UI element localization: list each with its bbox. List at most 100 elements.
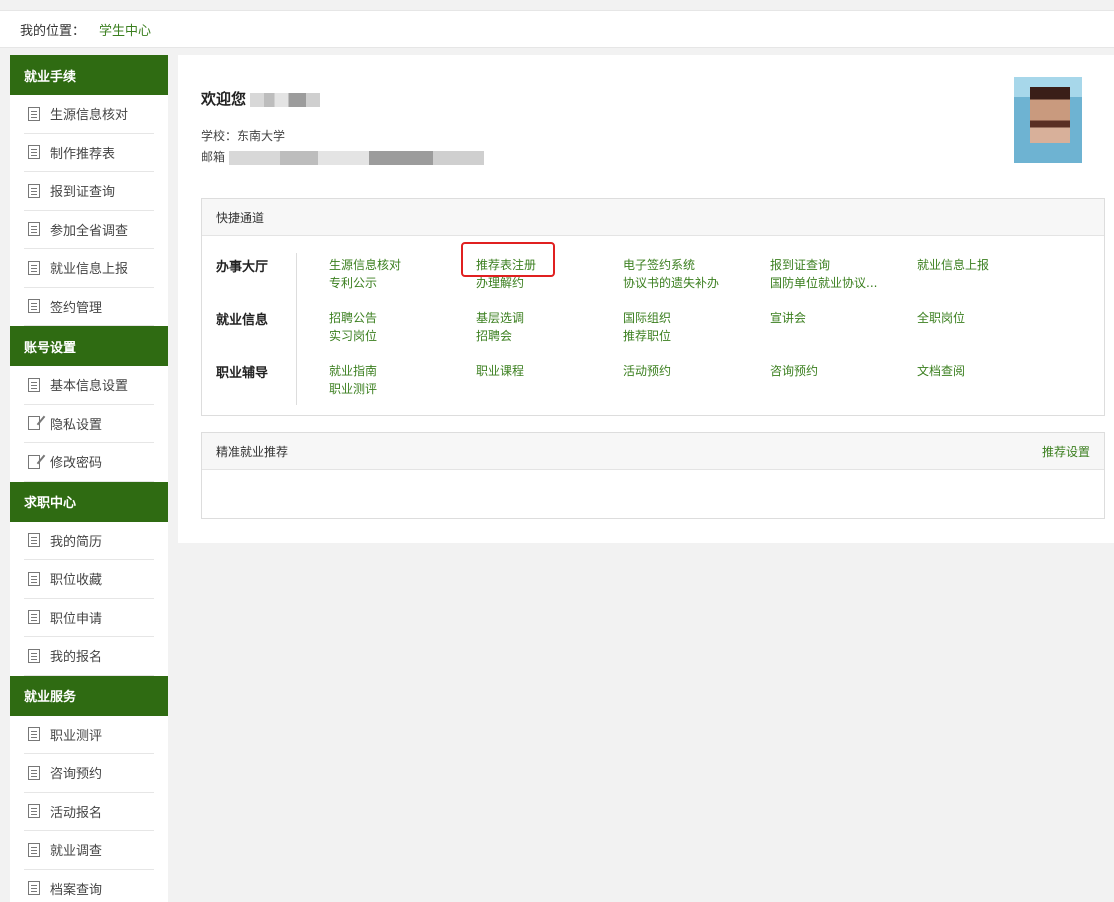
sidebar-section-job-center[interactable]: 求职中心	[10, 481, 168, 522]
link-recruit-notice[interactable]: 招聘公告	[329, 309, 377, 326]
sidebar-item-label: 档案查询	[50, 882, 103, 898]
category-career-guidance: 职业辅导	[216, 366, 269, 381]
sidebar-item-privacy[interactable]: 隐私设置	[24, 405, 154, 443]
link-doc-review[interactable]: 文档查阅	[917, 362, 965, 379]
sidebar-item-label: 参加全省调查	[50, 223, 129, 239]
sidebar-item-label: 职位收藏	[50, 573, 103, 589]
sidebar-item-career-test[interactable]: 职业测评	[24, 716, 154, 754]
doc-icon	[28, 260, 40, 275]
doc-icon	[28, 533, 40, 548]
link-career-course[interactable]: 职业课程	[476, 362, 524, 379]
sidebar-item-registrations[interactable]: 我的报名	[24, 637, 154, 676]
doc-icon	[28, 183, 40, 198]
sidebar-section-services[interactable]: 就业服务	[10, 675, 168, 716]
school-value: 东南大学	[237, 129, 286, 143]
category-divider	[296, 253, 297, 405]
sidebar-item-label: 职业测评	[50, 728, 103, 744]
sidebar-item-source-info[interactable]: 生源信息核对	[24, 95, 154, 134]
doc-icon	[28, 299, 40, 314]
link-report-cert[interactable]: 报到证查询	[770, 256, 830, 273]
doc-icon	[28, 881, 40, 896]
sidebar-item-recommend-form[interactable]: 制作推荐表	[24, 134, 154, 172]
email-line: 邮箱	[201, 148, 485, 165]
link-employment-report[interactable]: 就业信息上报	[917, 256, 989, 273]
link-career-test[interactable]: 职业测评	[329, 380, 377, 397]
edit-icon	[28, 416, 40, 431]
link-event-booking[interactable]: 活动预约	[623, 362, 671, 379]
link-grassroots[interactable]: 基层选调	[476, 309, 524, 326]
job-recommend-title: 精准就业推荐	[216, 444, 289, 459]
edit-icon	[28, 454, 40, 469]
sidebar-section-account[interactable]: 账号设置	[10, 326, 168, 366]
link-lost-agreement[interactable]: 协议书的遗失补办	[623, 274, 719, 291]
doc-icon	[28, 610, 40, 625]
doc-icon	[28, 377, 40, 392]
doc-icon	[28, 106, 40, 121]
link-guide[interactable]: 就业指南	[329, 362, 377, 379]
link-info-session[interactable]: 宣讲会	[770, 309, 806, 326]
sidebar-item-applications[interactable]: 职位申请	[24, 599, 154, 637]
sidebar-item-label: 生源信息核对	[50, 108, 129, 124]
sidebar-item-label: 活动报名	[50, 805, 103, 821]
sidebar-section-procedures[interactable]: 就业手续	[10, 55, 168, 95]
sidebar-item-consult[interactable]: 咨询预约	[24, 754, 154, 793]
doc-icon	[28, 222, 40, 237]
link-internship[interactable]: 实习岗位	[329, 327, 377, 344]
doc-icon	[28, 571, 40, 586]
sidebar-item-label: 职位申请	[50, 611, 103, 627]
welcome-text: 欢迎您	[201, 90, 247, 108]
sidebar-item-province-survey[interactable]: 参加全省调查	[24, 211, 154, 249]
job-recommend-header: 精准就业推荐 推荐设置	[202, 433, 1104, 470]
category-service-hall: 办事大厅	[216, 260, 269, 275]
sidebar-item-label: 修改密码	[50, 456, 103, 472]
link-intl-org[interactable]: 国际组织	[623, 309, 671, 326]
sidebar-item-label: 隐私设置	[50, 417, 103, 433]
sidebar: 就业手续 生源信息核对 制作推荐表 报到证查询 参加全省调查 就业信息上报 签约…	[10, 55, 168, 902]
sidebar-item-label: 基本信息设置	[50, 379, 129, 395]
sidebar-item-event-signup[interactable]: 活动报名	[24, 793, 154, 831]
avatar[interactable]	[1014, 77, 1082, 163]
doc-icon	[28, 727, 40, 742]
sidebar-item-archive[interactable]: 档案查询	[24, 870, 154, 902]
sidebar-item-employment-survey[interactable]: 就业调查	[24, 831, 154, 870]
sidebar-item-label: 我的报名	[50, 650, 103, 666]
link-recommended-jobs[interactable]: 推荐职位	[623, 327, 671, 344]
doc-icon	[28, 648, 40, 663]
email-label: 邮箱	[201, 150, 226, 164]
redacted-email	[229, 150, 485, 165]
sidebar-item-password[interactable]: 修改密码	[24, 443, 154, 482]
sidebar-item-employment-report[interactable]: 就业信息上报	[24, 249, 154, 288]
quick-access-title: 快捷通道	[216, 210, 265, 225]
redacted-name	[250, 92, 321, 107]
sidebar-item-contract-mgmt[interactable]: 签约管理	[24, 288, 154, 326]
link-source-info[interactable]: 生源信息核对	[329, 256, 401, 273]
doc-icon	[28, 145, 40, 160]
link-fulltime[interactable]: 全职岗位	[917, 309, 965, 326]
doc-icon	[28, 842, 40, 857]
sidebar-item-report-cert[interactable]: 报到证查询	[24, 172, 154, 211]
sidebar-item-basic-info[interactable]: 基本信息设置	[24, 366, 154, 405]
breadcrumb-label: 我的位置：	[20, 23, 86, 39]
school-label: 学校：	[201, 129, 238, 143]
link-e-sign[interactable]: 电子签约系统	[623, 256, 695, 273]
link-job-fair[interactable]: 招聘会	[476, 327, 512, 344]
link-defense-agreement[interactable]: 国防单位就业协议...	[770, 274, 877, 291]
sidebar-item-label: 就业信息上报	[50, 262, 129, 278]
sidebar-item-label: 制作推荐表	[50, 146, 116, 162]
breadcrumb: 我的位置： 学生中心	[0, 10, 1114, 48]
breadcrumb-current[interactable]: 学生中心	[99, 20, 151, 39]
link-patent[interactable]: 专利公示	[329, 274, 377, 291]
quick-access-panel: 快捷通道 办事大厅 就业信息 职业辅导 生源信息核对 推荐表注册 电子签约系统 …	[201, 198, 1105, 416]
welcome-heading: 欢迎您	[201, 88, 321, 109]
category-employment-info: 就业信息	[216, 313, 269, 328]
quick-access-header: 快捷通道	[202, 199, 1104, 236]
avatar-photo	[1030, 87, 1070, 143]
doc-icon	[28, 765, 40, 780]
sidebar-item-favorites[interactable]: 职位收藏	[24, 560, 154, 599]
sidebar-item-my-resume[interactable]: 我的简历	[24, 522, 154, 560]
sidebar-item-label: 报到证查询	[50, 185, 116, 201]
highlight-box	[461, 242, 555, 277]
link-consult[interactable]: 咨询预约	[770, 362, 818, 379]
sidebar-item-label: 我的简历	[50, 534, 103, 550]
recommend-settings-link[interactable]: 推荐设置	[1042, 443, 1090, 460]
